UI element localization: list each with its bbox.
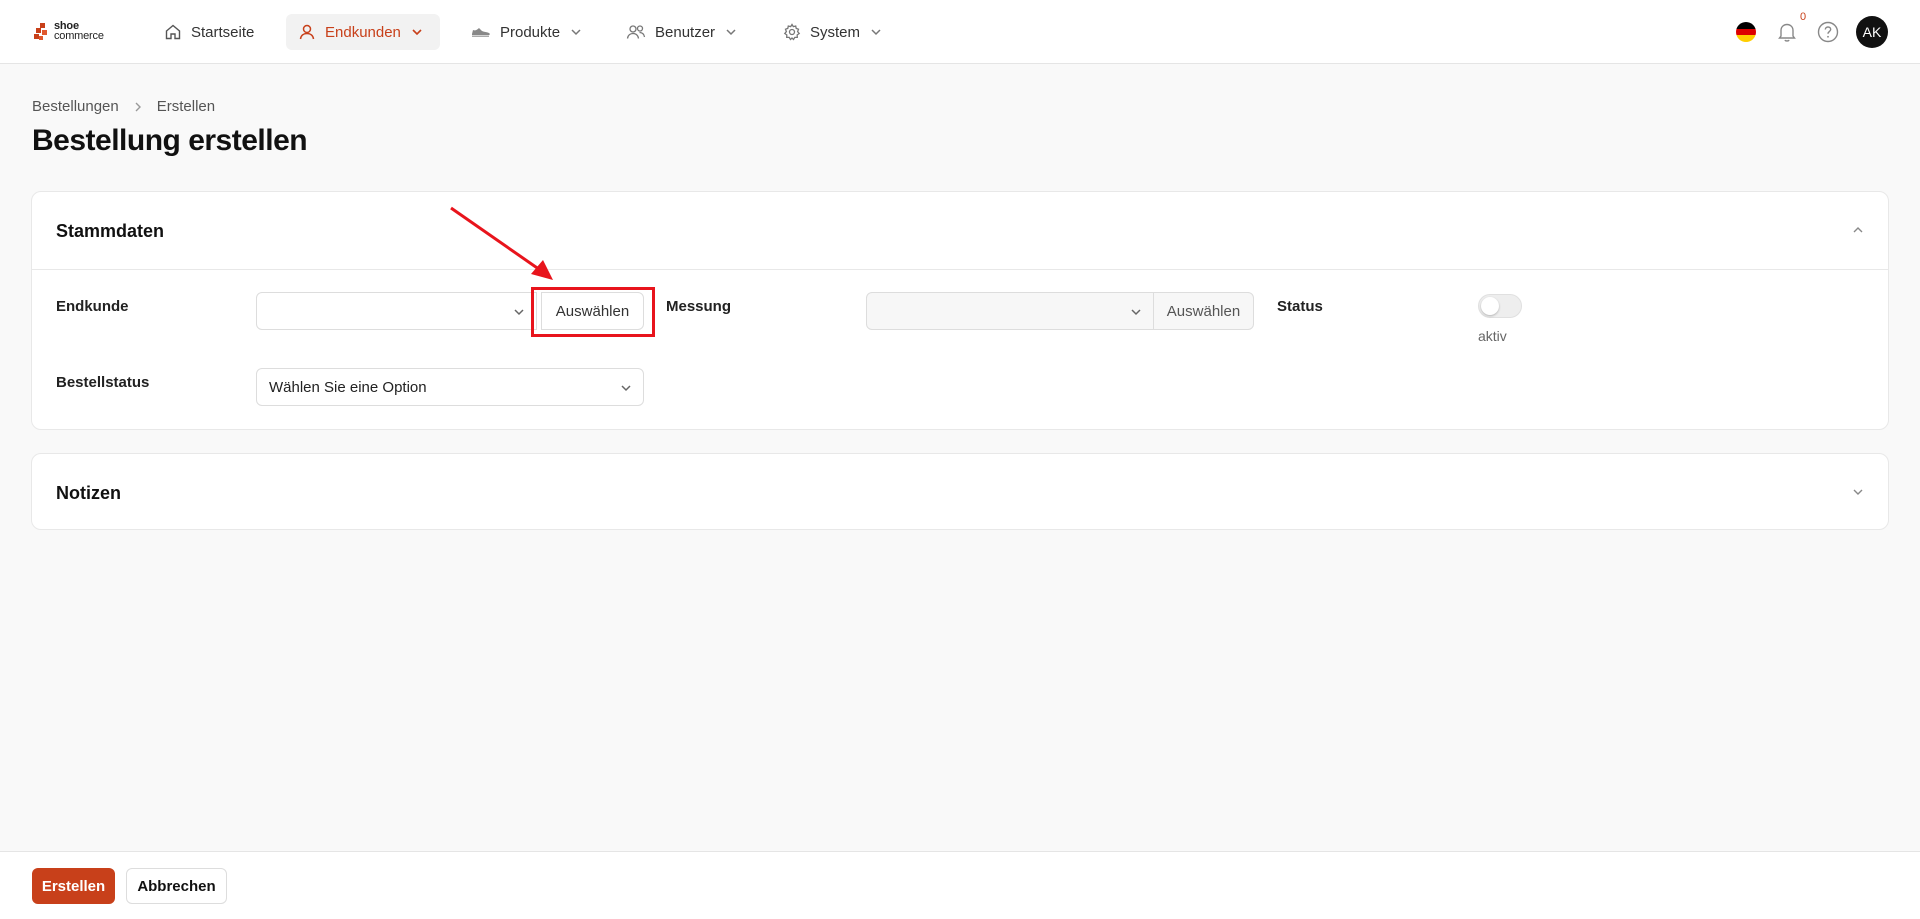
section-divider [32, 269, 1888, 270]
bestellstatus-value: Wählen Sie eine Option [269, 378, 427, 396]
status-label: Status [1277, 298, 1323, 315]
messung-select[interactable] [866, 292, 1154, 330]
nav-label-produkte: Produkte [500, 23, 561, 41]
chevron-down-icon[interactable] [1850, 484, 1866, 500]
bestellstatus-label: Bestellstatus [56, 374, 150, 391]
status-toggle[interactable] [1478, 294, 1522, 318]
users-icon [626, 25, 646, 39]
chevron-down-icon [1131, 309, 1141, 316]
nav-label-endkunden: Endkunden [325, 23, 401, 41]
nav-label-benutzer: Benutzer [655, 23, 716, 41]
logo-text: shoe commerce [54, 21, 104, 42]
notizen-title: Notizen [56, 483, 121, 503]
logo-mark-icon [34, 23, 47, 40]
gear-icon [783, 23, 801, 41]
toggle-knob [1481, 297, 1499, 315]
chevron-right-icon [135, 102, 141, 111]
top-navigation-bar: shoe commerce Startseite Endkunden Produ… [0, 0, 1920, 64]
chevron-down-icon [621, 385, 631, 392]
chevron-down-icon [571, 29, 581, 36]
breadcrumb: Bestellungen Erstellen [32, 98, 215, 115]
bestellstatus-select[interactable]: Wählen Sie eine Option [256, 368, 644, 406]
logo-line2: commerce [54, 30, 104, 42]
chevron-down-icon [412, 29, 422, 36]
annotation-highlight-box [531, 287, 655, 337]
shoe-icon [472, 28, 490, 37]
user-avatar[interactable]: AK [1856, 16, 1888, 48]
notification-count-badge: 0 [1800, 11, 1807, 23]
endkunde-label: Endkunde [56, 298, 129, 315]
de-flag-icon[interactable] [1736, 22, 1756, 42]
chevron-up-icon[interactable] [1850, 222, 1866, 238]
chevron-down-icon [514, 309, 524, 316]
nav-item-benutzer[interactable]: Benutzer [614, 14, 750, 50]
footer-action-bar [0, 851, 1920, 919]
home-icon [165, 24, 181, 40]
breadcrumb-item-bestellungen[interactable]: Bestellungen [32, 98, 119, 115]
nav-label-system: System [810, 23, 861, 41]
user-icon [299, 24, 315, 40]
help-icon[interactable] [1817, 21, 1839, 43]
erstellen-button[interactable]: Erstellen [32, 868, 115, 904]
shoecommerce-logo[interactable]: shoe commerce [34, 21, 114, 43]
chevron-down-icon [726, 29, 736, 36]
bell-icon[interactable] [1777, 21, 1797, 43]
messung-label: Messung [666, 298, 732, 315]
breadcrumb-item-erstellen: Erstellen [156, 98, 216, 115]
nav-item-produkte[interactable]: Produkte [459, 14, 595, 50]
messung-auswaehlen-button[interactable]: Auswählen [1153, 292, 1254, 330]
page-title: Bestellung erstellen [32, 124, 308, 157]
stammdaten-header[interactable]: Stammdaten [32, 192, 1888, 269]
chevron-down-icon [871, 29, 881, 36]
notizen-section[interactable]: Notizen [31, 453, 1889, 530]
nav-item-system[interactable]: System [771, 14, 895, 50]
stammdaten-title: Stammdaten [56, 221, 165, 241]
nav-label-startseite: Startseite [191, 23, 255, 41]
nav-item-endkunden[interactable]: Endkunden [286, 14, 440, 50]
annotation-arrow [450, 206, 553, 280]
nav-item-startseite[interactable]: Startseite [152, 14, 266, 50]
endkunde-select[interactable] [256, 292, 537, 330]
status-toggle-label: aktiv [1478, 328, 1507, 344]
abbrechen-button[interactable]: Abbrechen [126, 868, 227, 904]
